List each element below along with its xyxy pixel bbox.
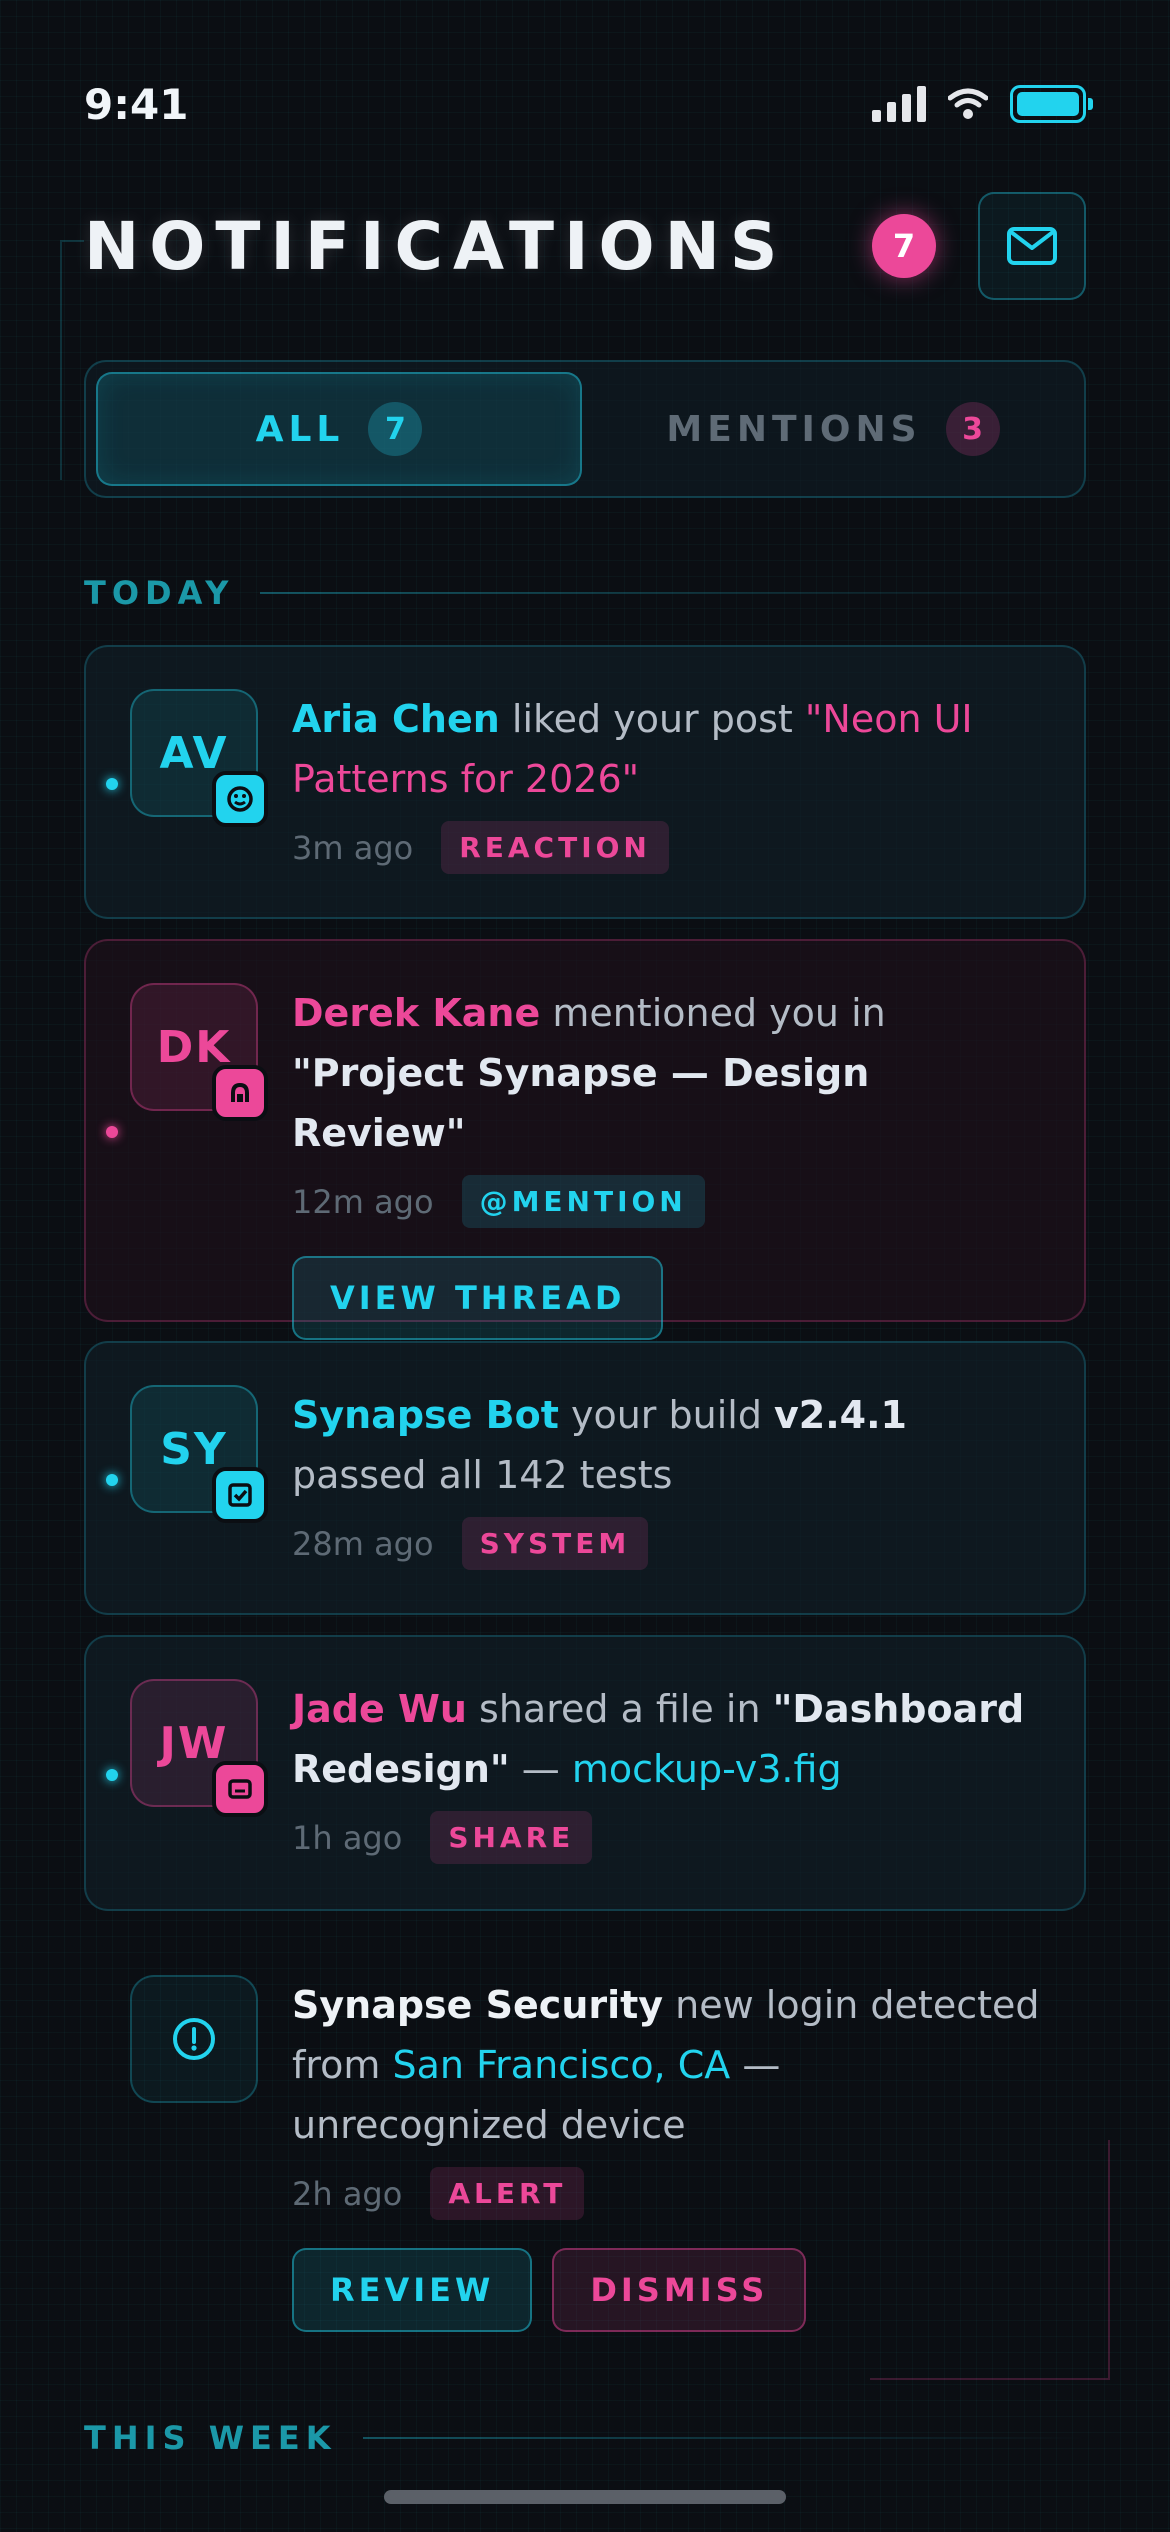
avatar: SY: [130, 1385, 268, 1523]
alert-circle-icon: [173, 2018, 215, 2060]
sender-name[interactable]: Aria Chen: [292, 697, 500, 741]
battery-icon: [1010, 85, 1093, 123]
file-badge-icon: [212, 1761, 268, 1817]
timestamp: 12m ago: [292, 1182, 434, 1221]
avatar-initials: DK: [156, 1021, 232, 1073]
section-today-label: TODAY: [84, 574, 235, 612]
notification-card-mention[interactable]: DK Derek Kane mentioned you in "Project …: [84, 939, 1086, 1340]
tab-all-count: 7: [368, 402, 423, 456]
unread-indicator: [106, 1474, 118, 1486]
notification-actions: REVIEW DISMISS: [292, 2248, 1044, 2332]
section-this-week-label: THIS WEEK: [84, 2419, 337, 2457]
avatar-initials: JW: [159, 1717, 229, 1769]
view-thread-button[interactable]: VIEW THREAD: [292, 1256, 664, 1340]
timestamp: 2h ago: [292, 2174, 403, 2213]
type-tag: ALERT: [430, 2167, 585, 2220]
section-today: TODAY: [84, 573, 1086, 613]
mention-badge-icon: [212, 1065, 268, 1121]
notification-content: Derek Kane mentioned you in "Project Syn…: [292, 983, 1044, 1340]
avatar: JW: [130, 1679, 268, 1817]
mail-icon: [1007, 227, 1057, 265]
tab-all[interactable]: ALL 7: [96, 372, 582, 486]
status-bar: 9:41: [84, 76, 1093, 132]
notification-count-badge: 7: [872, 214, 936, 278]
notification-meta: 28m ago SYSTEM: [292, 1517, 1044, 1570]
reaction-badge-icon: [212, 771, 268, 827]
unread-indicator: [106, 1126, 118, 1138]
inbox-button[interactable]: [978, 192, 1086, 300]
sender-name[interactable]: Derek Kane: [292, 991, 540, 1035]
notification-content: Synapse Bot your build v2.4.1 passed all…: [292, 1385, 1044, 1570]
section-divider: [362, 2437, 1086, 2439]
tab-all-label: ALL: [255, 408, 345, 450]
review-button[interactable]: REVIEW: [292, 2248, 533, 2332]
section-this-week: THIS WEEK: [84, 2418, 1086, 2458]
notification-message: Synapse Security new login detected from…: [292, 1983, 1040, 2147]
notification-message: Aria Chen liked your post "Neon UI Patte…: [292, 697, 973, 801]
avatar: AV: [130, 689, 268, 827]
location-link[interactable]: San Francisco, CA: [393, 2043, 731, 2087]
notification-message: Synapse Bot your build v2.4.1 passed all…: [292, 1393, 907, 1497]
security-avatar: [130, 1975, 258, 2103]
tab-mentions-count: 3: [945, 402, 1000, 456]
notification-card-share[interactable]: JW Jade Wu shared a file in "Dashboard R…: [84, 1635, 1086, 1911]
notification-meta: 2h ago ALERT: [292, 2167, 1044, 2220]
decorative-frame-left: [60, 240, 84, 480]
notification-content: Jade Wu shared a file in "Dashboard Rede…: [292, 1679, 1044, 1864]
notification-card-reaction[interactable]: AV Aria Chen liked your post "Neon UI Pa…: [84, 645, 1086, 919]
notification-content: Aria Chen liked your post "Neon UI Patte…: [292, 689, 1044, 874]
page-header: NOTIFICATIONS 7: [84, 192, 1086, 300]
avatar: DK: [130, 983, 268, 1121]
sender-name[interactable]: Synapse Bot: [292, 1393, 559, 1437]
notification-meta: 1h ago SHARE: [292, 1811, 1044, 1864]
notification-meta: 12m ago @MENTION: [292, 1175, 1044, 1228]
type-tag: SHARE: [430, 1811, 593, 1864]
check-badge-icon: [212, 1467, 268, 1523]
type-tag: @MENTION: [461, 1175, 705, 1228]
tab-mentions[interactable]: MENTIONS 3: [592, 372, 1074, 486]
notification-message: Jade Wu shared a file in "Dashboard Rede…: [292, 1687, 1025, 1791]
sender-name[interactable]: Synapse Security: [292, 1983, 663, 2027]
header-actions: 7: [872, 192, 1086, 300]
home-indicator[interactable]: [384, 2490, 786, 2504]
notification-card-system[interactable]: SY Synapse Bot your build v2.4.1 passed …: [84, 1341, 1086, 1615]
filter-tabs: ALL 7 MENTIONS 3: [84, 360, 1086, 498]
status-icons: [872, 85, 1093, 123]
cellular-signal-icon: [872, 86, 926, 122]
notification-card-security[interactable]: Synapse Security new login detected from…: [84, 1931, 1086, 2351]
notification-actions: VIEW THREAD: [292, 1256, 1044, 1340]
section-divider: [260, 592, 1086, 594]
unread-indicator: [106, 1769, 118, 1781]
notification-content: Synapse Security new login detected from…: [292, 1975, 1044, 2332]
page-title: NOTIFICATIONS: [84, 207, 788, 285]
sender-name[interactable]: Jade Wu: [292, 1687, 467, 1731]
project-title-link[interactable]: "Project Synapse — Design Review": [292, 1051, 869, 1155]
unread-indicator: [106, 778, 118, 790]
tab-mentions-label: MENTIONS: [666, 408, 922, 450]
timestamp: 3m ago: [292, 828, 414, 867]
notification-message: Derek Kane mentioned you in "Project Syn…: [292, 991, 886, 1155]
avatar-initials: SY: [160, 1423, 228, 1475]
wifi-icon: [948, 88, 988, 119]
timestamp: 1h ago: [292, 1818, 403, 1857]
status-time: 9:41: [84, 79, 189, 129]
file-link[interactable]: mockup-v3.fig: [572, 1747, 842, 1791]
build-version: v2.4.1: [774, 1393, 907, 1437]
type-tag: REACTION: [441, 821, 669, 874]
timestamp: 28m ago: [292, 1524, 434, 1563]
type-tag: SYSTEM: [461, 1517, 649, 1570]
notification-meta: 3m ago REACTION: [292, 821, 1044, 874]
dismiss-button[interactable]: DISMISS: [552, 2248, 807, 2332]
avatar-initials: AV: [159, 727, 229, 779]
